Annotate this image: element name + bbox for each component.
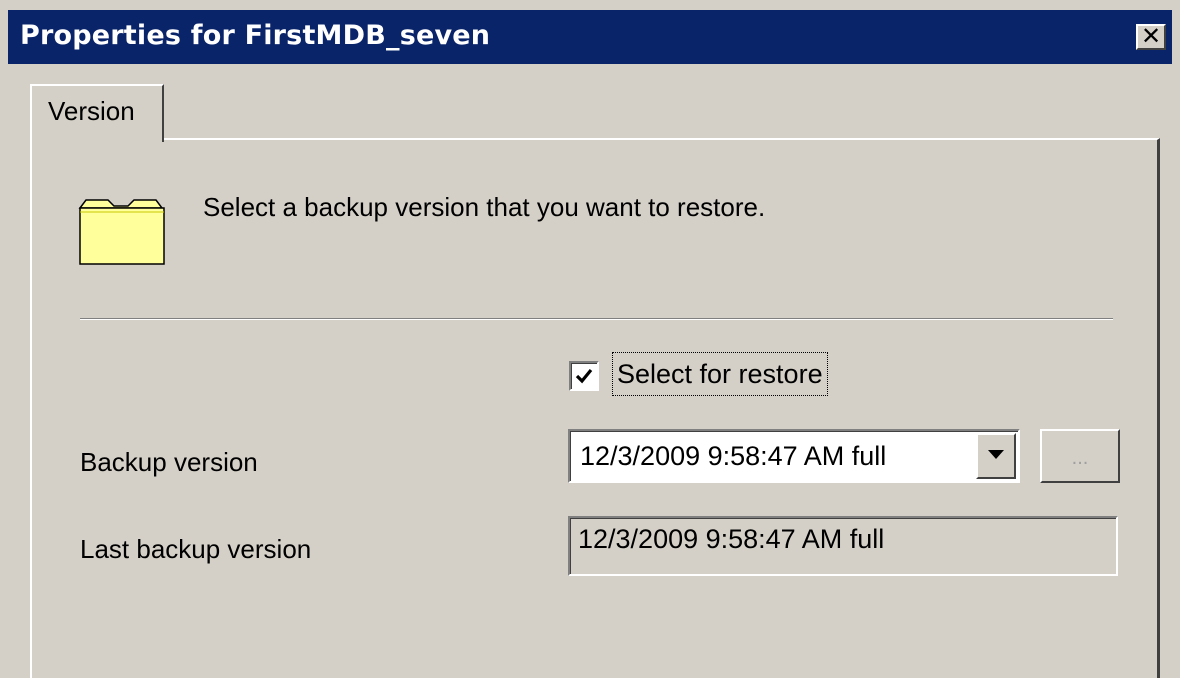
tab-version-label: Version <box>48 96 135 126</box>
folder-icon <box>78 199 165 265</box>
close-button[interactable]: ✕ <box>1136 24 1166 50</box>
close-icon: ✕ <box>1140 23 1162 50</box>
backup-version-value: 12/3/2009 9:58:47 AM full <box>580 441 887 471</box>
select-for-restore-label[interactable]: Select for restore <box>612 352 828 396</box>
last-backup-version-field: 12/3/2009 9:58:47 AM full <box>568 516 1118 576</box>
properties-dialog: Properties for FirstMDB_seven ✕ Version … <box>0 0 1180 678</box>
backup-version-dropdown-button[interactable] <box>976 433 1016 479</box>
backup-version-select[interactable]: 12/3/2009 9:58:47 AM full <box>568 429 1020 483</box>
last-backup-version-value: 12/3/2009 9:58:47 AM full <box>578 524 885 554</box>
tab-version[interactable]: Version <box>30 84 164 142</box>
chevron-down-icon <box>988 450 1004 459</box>
backup-version-label: Backup version <box>80 447 258 477</box>
window-title: Properties for FirstMDB_seven <box>20 20 491 51</box>
last-backup-version-label: Last backup version <box>80 534 312 564</box>
checkmark-icon <box>575 368 593 384</box>
intro-text: Select a backup version that you want to… <box>203 192 766 222</box>
browse-button[interactable]: ... <box>1040 429 1120 483</box>
separator <box>80 318 1113 320</box>
select-for-restore-checkbox[interactable] <box>569 361 599 391</box>
title-bar[interactable]: Properties for FirstMDB_seven ✕ <box>8 10 1172 64</box>
